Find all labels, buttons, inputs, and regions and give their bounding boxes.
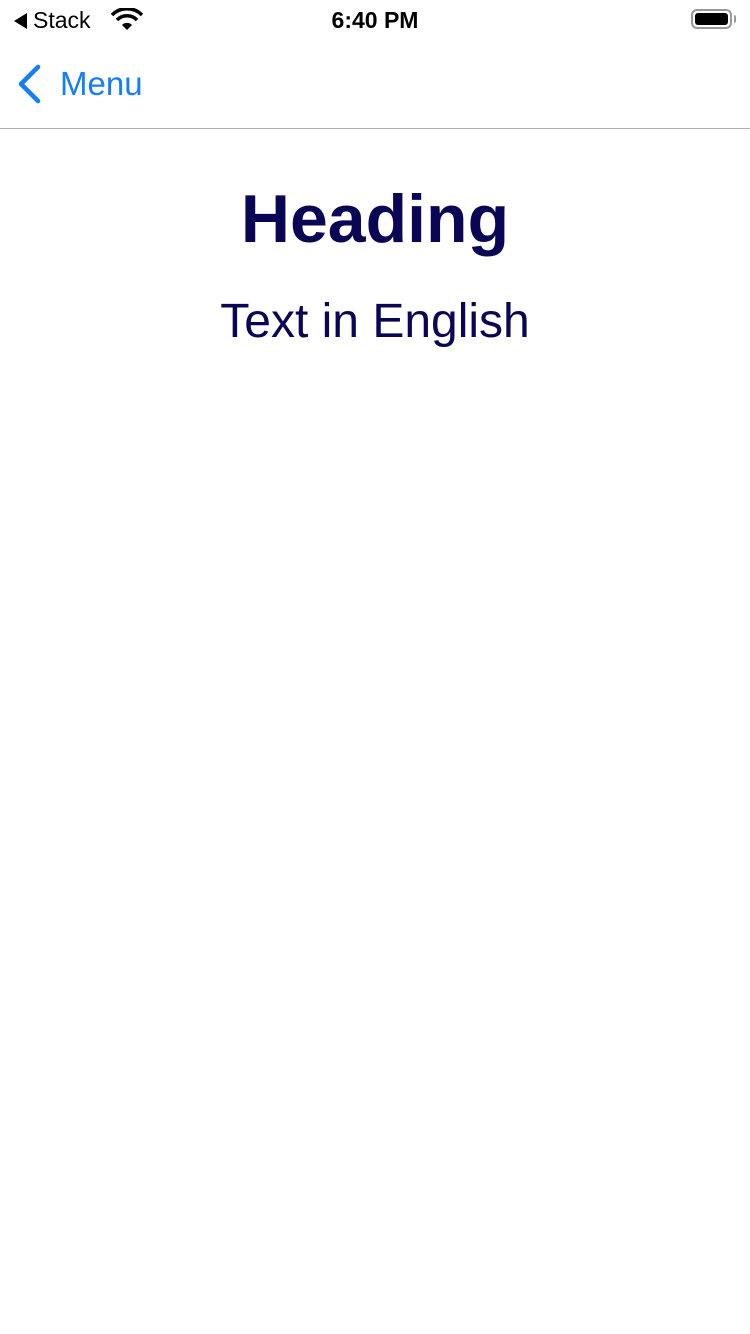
clock: 6:40 PM <box>331 7 419 33</box>
body-text: Text in English <box>220 295 530 348</box>
chevron-left-icon <box>18 64 41 104</box>
battery-icon <box>691 9 732 29</box>
page-heading: Heading <box>240 181 510 257</box>
battery-tip <box>734 15 736 23</box>
back-button-label: Menu <box>60 65 143 102</box>
back-button[interactable]: Menu <box>16 64 143 104</box>
navigation-bar: Menu <box>0 40 750 129</box>
status-bar: Stack 6:40 PM <box>0 0 750 40</box>
